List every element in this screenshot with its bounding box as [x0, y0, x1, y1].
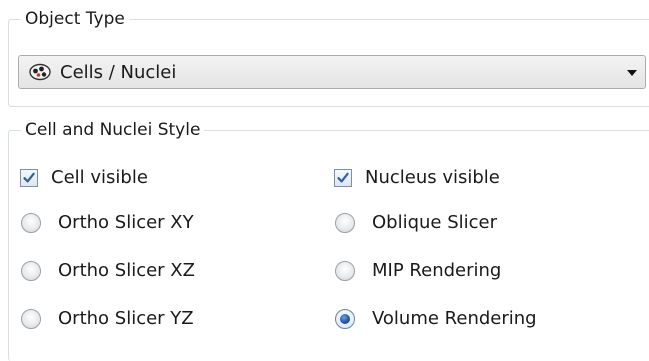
object-type-group: Object Type Cells / Nuclei — [8, 7, 649, 107]
cell-visible-checkbox[interactable]: Cell visible — [20, 165, 220, 191]
radio-label: Ortho Slicer YZ — [58, 308, 194, 329]
radio-label: Volume Rendering — [372, 308, 537, 329]
nucleus-visible-checkbox[interactable]: Nucleus visible — [334, 165, 584, 191]
object-type-selected: Cells / Nuclei — [60, 62, 177, 83]
radio-ortho-slicer-xz[interactable]: Ortho Slicer XZ — [20, 258, 270, 284]
chevron-down-icon[interactable] — [627, 70, 637, 76]
object-type-dropdown[interactable]: Cells / Nuclei — [18, 55, 646, 89]
radio-unselected-icon[interactable] — [21, 309, 41, 329]
radio-unselected-icon[interactable] — [21, 261, 41, 281]
radio-selected-icon[interactable] — [335, 309, 355, 329]
radio-unselected-icon[interactable] — [335, 261, 355, 281]
radio-label: Ortho Slicer XZ — [58, 260, 195, 281]
cells-nuclei-icon — [29, 63, 51, 81]
radio-label: MIP Rendering — [372, 260, 502, 281]
radio-unselected-icon[interactable] — [21, 213, 41, 233]
cell-visible-label: Cell visible — [51, 167, 148, 188]
object-type-title: Object Type — [21, 7, 129, 31]
radio-oblique-slicer[interactable]: Oblique Slicer — [334, 210, 584, 236]
radio-dot — [340, 314, 350, 324]
radio-volume-rendering[interactable]: Volume Rendering — [334, 306, 594, 332]
radio-ortho-slicer-xy[interactable]: Ortho Slicer XY — [20, 210, 270, 236]
radio-mip-rendering[interactable]: MIP Rendering — [334, 258, 584, 284]
radio-unselected-icon[interactable] — [335, 213, 355, 233]
radio-label: Oblique Slicer — [372, 212, 498, 233]
cell-nuclei-style-title: Cell and Nuclei Style — [21, 118, 205, 142]
checkbox-checked-icon[interactable] — [334, 169, 352, 187]
radio-ortho-slicer-yz[interactable]: Ortho Slicer YZ — [20, 306, 270, 332]
cell-nuclei-style-group: Cell and Nuclei Style Cell visible Nucle… — [8, 118, 649, 361]
nucleus-visible-label: Nucleus visible — [365, 167, 500, 188]
checkbox-checked-icon[interactable] — [20, 169, 38, 187]
radio-label: Ortho Slicer XY — [58, 212, 194, 233]
